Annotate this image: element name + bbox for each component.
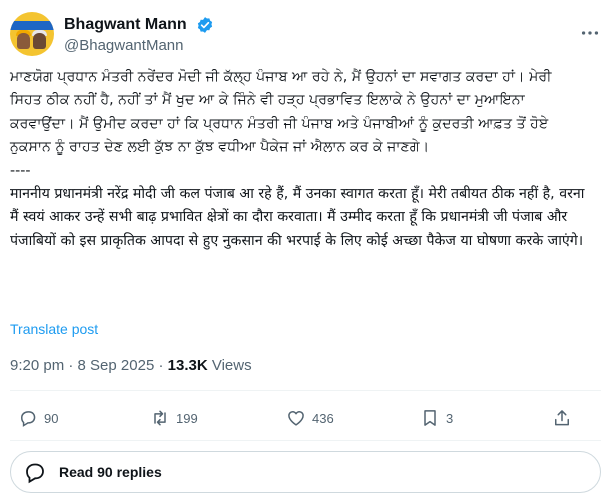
tweet-separator: ---- xyxy=(10,162,31,179)
repost-button[interactable]: 199 xyxy=(150,405,198,431)
views-label: Views xyxy=(211,357,252,374)
tweet-date[interactable]: 8 Sep 2025 xyxy=(78,357,155,374)
more-options-icon[interactable] xyxy=(579,22,601,44)
author-handle[interactable]: @BhagwantMann xyxy=(64,36,214,56)
verified-badge-icon xyxy=(197,16,212,33)
action-bar: 90 199 436 3 xyxy=(10,405,601,433)
author-block: Bhagwant Mann @BhagwantMann xyxy=(64,14,214,56)
like-button[interactable]: 436 xyxy=(286,405,334,431)
tweet-meta: 9:20 pm · 8 Sep 2025 · 13.3K Views xyxy=(10,357,252,374)
bookmark-count: 3 xyxy=(446,410,454,426)
bookmark-button[interactable]: 3 xyxy=(420,405,453,431)
tweet-time[interactable]: 9:20 pm xyxy=(10,357,64,374)
reply-icon xyxy=(20,411,36,427)
share-icon xyxy=(555,410,569,426)
meta-dot: · xyxy=(68,357,74,374)
reply-button[interactable]: 90 xyxy=(18,405,58,431)
avatar-face-left xyxy=(17,33,30,49)
tweet-header: Bhagwant Mann @BhagwantMann xyxy=(10,10,601,64)
author-display-name[interactable]: Bhagwant Mann xyxy=(64,15,187,35)
repost-icon xyxy=(154,410,166,426)
read-replies-label: Read 90 replies xyxy=(59,464,162,480)
repost-count: 199 xyxy=(176,410,198,426)
avatar-face-right xyxy=(33,33,46,49)
tweet-body: ਮਾਣਯੋਗ ਪ੍ਰਧਾਨ ਮੰਤਰੀ ਨਰੇਂਦਰ ਮੋਦੀ ਜੀ ਕੱਲ੍ਹ… xyxy=(10,66,585,253)
like-count: 436 xyxy=(312,410,334,426)
read-replies-button[interactable]: Read 90 replies xyxy=(10,451,601,493)
tweet-card: Bhagwant Mann @BhagwantMann ਮਾਣਯੋਗ ਪ੍ਰਧਾ… xyxy=(0,0,611,504)
share-button[interactable] xyxy=(552,405,578,431)
bookmark-icon xyxy=(424,410,436,426)
meta-dot-2: · xyxy=(158,357,164,374)
reply-count: 90 xyxy=(44,410,59,426)
heart-icon xyxy=(288,411,304,426)
translate-post-link[interactable]: Translate post xyxy=(10,321,98,337)
tweet-text-punjabi: ਮਾਣਯੋਗ ਪ੍ਰਧਾਨ ਮੰਤਰੀ ਨਰੇਂਦਰ ਮੋਦੀ ਜੀ ਕੱਲ੍ਹ… xyxy=(10,69,556,156)
reply-bubble-icon xyxy=(26,463,44,484)
divider-bottom xyxy=(10,440,601,441)
avatar-banner xyxy=(10,21,54,30)
views-count[interactable]: 13.3K xyxy=(168,357,208,374)
tweet-text-hindi: माननीय प्रधानमंत्री नरेंद्र मोदी जी कल प… xyxy=(10,186,589,249)
divider-top xyxy=(10,390,601,391)
avatar[interactable] xyxy=(10,12,54,56)
